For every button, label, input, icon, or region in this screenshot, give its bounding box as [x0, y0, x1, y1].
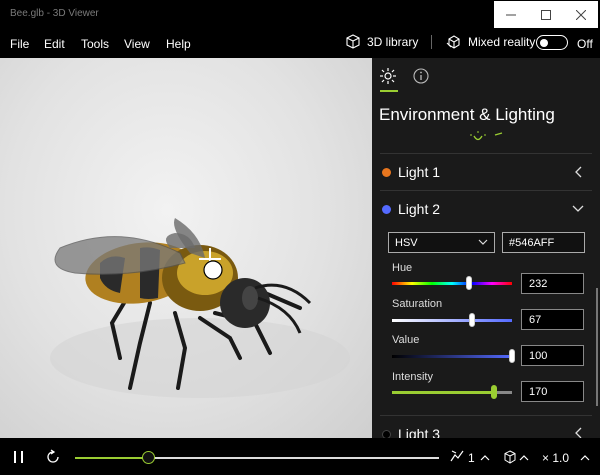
menu-tools[interactable]: Tools: [81, 37, 109, 51]
menu-edit[interactable]: Edit: [44, 37, 65, 51]
library-button[interactable]: 3D library: [345, 34, 418, 50]
animation-count: 1: [468, 451, 475, 465]
panel-tabs: [372, 58, 600, 94]
toggle-knob: [540, 38, 548, 47]
title-bar: Bee.glb - 3D Viewer: [0, 0, 600, 30]
value-value: 100: [529, 350, 548, 362]
light-3-row[interactable]: Light 3: [382, 426, 440, 438]
minimize-icon: [506, 14, 517, 15]
light-2-color-dot: [382, 204, 391, 214]
close-icon: [575, 9, 586, 20]
close-button[interactable]: [563, 1, 598, 28]
intensity-label: Intensity: [392, 371, 433, 383]
bee-model-image: [50, 218, 350, 398]
hue-value: 232: [529, 278, 548, 290]
timeline-thumb[interactable]: [141, 451, 155, 464]
hue-label: Hue: [392, 262, 413, 274]
chevron-up-icon[interactable]: [519, 454, 529, 461]
maximize-icon: [541, 9, 551, 20]
intensity-slider-fill: [392, 391, 494, 394]
pause-icon[interactable]: [13, 450, 25, 464]
cube-icon: [346, 34, 360, 49]
cube-speed-icon[interactable]: [503, 450, 517, 464]
divider: [380, 415, 592, 416]
menu-view[interactable]: View: [124, 37, 150, 51]
mixed-reality-toggle[interactable]: [536, 35, 568, 50]
replay-icon[interactable]: [45, 449, 61, 465]
window-controls: [494, 1, 598, 28]
sun-icon[interactable]: [380, 68, 396, 84]
mixed-reality-icon: [446, 35, 460, 49]
hue-input[interactable]: 232: [521, 273, 584, 294]
color-mode-value: HSV: [395, 237, 418, 249]
chevron-down-icon: [478, 239, 488, 245]
light-1-color-dot: [382, 167, 391, 177]
saturation-slider-thumb[interactable]: [469, 313, 476, 327]
light-3-color-dot: [382, 429, 391, 438]
chevron-up-icon[interactable]: [580, 454, 590, 461]
info-icon[interactable]: [413, 68, 429, 84]
divider: [380, 153, 592, 154]
maximize-button[interactable]: [529, 1, 564, 28]
divider: [380, 190, 592, 191]
environment-panel: Environment & Lighting Light 1 Light 2 H…: [372, 58, 600, 438]
intensity-slider[interactable]: [392, 385, 512, 399]
timeline-track[interactable]: [75, 457, 439, 459]
hex-color-input[interactable]: #546AFF: [502, 232, 585, 253]
value-slider-thumb[interactable]: [509, 349, 515, 363]
value-input[interactable]: 100: [521, 345, 584, 366]
menu-file[interactable]: File: [10, 37, 29, 51]
panel-scrollbar[interactable]: [596, 288, 598, 406]
active-tab-indicator: [380, 90, 398, 92]
window-title: Bee.glb - 3D Viewer: [10, 8, 99, 19]
panel-title: Environment & Lighting: [379, 105, 555, 124]
saturation-slider[interactable]: [392, 313, 512, 327]
library-label: 3D library: [367, 35, 419, 49]
3d-viewport[interactable]: [0, 58, 372, 438]
intensity-value: 170: [529, 386, 548, 398]
zoom-level: × 1.0: [542, 451, 570, 465]
intensity-slider-thumb[interactable]: [491, 385, 497, 399]
hue-slider[interactable]: [392, 276, 512, 290]
hue-slider-thumb[interactable]: [465, 276, 472, 290]
chevron-left-icon[interactable]: [574, 166, 584, 178]
saturation-input[interactable]: 67: [521, 309, 584, 330]
light-2-row[interactable]: Light 2: [382, 201, 440, 217]
light-1-row[interactable]: Light 1: [382, 164, 440, 180]
light-3-label: Light 3: [398, 426, 441, 438]
toolbar-divider: [431, 35, 432, 49]
mixed-reality-button[interactable]: Mixed reality: [446, 34, 535, 50]
saturation-label: Saturation: [392, 298, 443, 310]
mixed-reality-label: Mixed reality: [468, 35, 536, 49]
value-label: Value: [392, 334, 420, 346]
minimize-button[interactable]: [494, 1, 529, 28]
chevron-up-icon[interactable]: [480, 454, 490, 461]
animation-icon[interactable]: [449, 449, 465, 465]
saturation-value: 67: [529, 314, 542, 326]
light-1-label: Light 1: [398, 164, 441, 180]
timeline-progress: [75, 457, 148, 459]
intensity-input[interactable]: 170: [521, 381, 584, 402]
value-slider[interactable]: [392, 349, 515, 363]
toggle-state-label: Off: [577, 37, 593, 51]
hex-color-value: #546AFF: [509, 237, 555, 249]
light-2-label: Light 2: [398, 201, 441, 217]
chevron-left-icon[interactable]: [574, 427, 584, 438]
menu-help[interactable]: Help: [166, 37, 191, 51]
chevron-down-icon[interactable]: [572, 205, 584, 213]
lighting-decoration-icon: [470, 131, 503, 141]
color-mode-select[interactable]: HSV: [388, 232, 495, 253]
